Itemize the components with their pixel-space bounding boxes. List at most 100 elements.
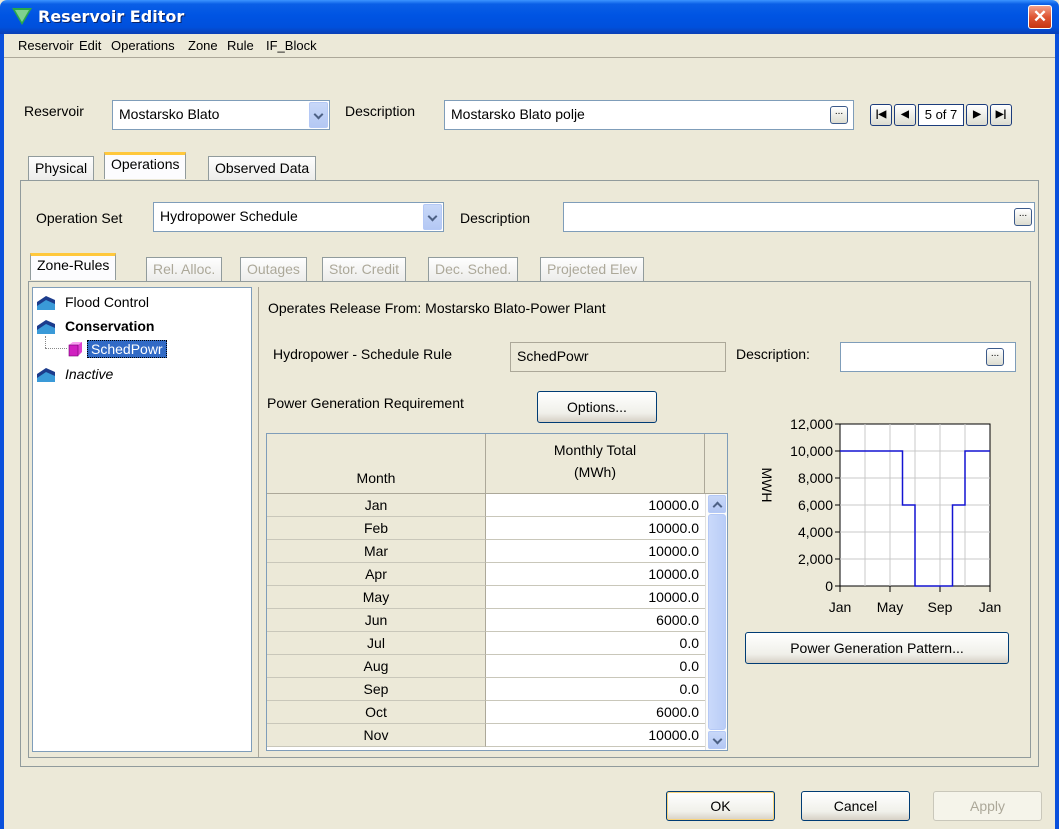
tree-item-inactive[interactable]: Inactive <box>65 366 113 382</box>
table-row[interactable]: Jun 6000.0 <box>267 609 705 632</box>
reservoir-description-value: Mostarsko Blato polje <box>451 106 585 122</box>
tab-physical[interactable]: Physical <box>28 156 95 180</box>
window-title: Reservoir Editor <box>38 7 185 26</box>
x-tick-label: May <box>877 599 903 615</box>
tree-connector <box>45 336 46 348</box>
table-row[interactable]: Mar 10000.0 <box>267 540 705 563</box>
close-button[interactable]: ✕ <box>1028 5 1052 29</box>
power-generation-chart: 0 2,000 4,000 6,000 8,000 10,000 12,000 Jan May S… <box>759 416 1002 615</box>
y-tick-label: 0 <box>825 578 833 594</box>
month-cell: Jan <box>267 494 486 517</box>
zone-icon <box>37 296 55 310</box>
reservoir-description-field[interactable]: Mostarsko Blato polje <box>444 100 854 130</box>
monthly-total-cell[interactable]: 10000.0 <box>486 724 705 747</box>
monthly-total-cell[interactable]: 10000.0 <box>486 540 705 563</box>
table-row[interactable]: Sep 0.0 <box>267 678 705 701</box>
operation-description-field[interactable] <box>563 202 1035 232</box>
month-cell: Jun <box>267 609 486 632</box>
menu-if-block[interactable]: IF_Block <box>266 38 317 53</box>
monthly-total-cell[interactable]: 10000.0 <box>486 586 705 609</box>
table-row[interactable]: Jul 0.0 <box>267 632 705 655</box>
reservoir-select[interactable]: Mostarsko Blato <box>112 100 330 130</box>
monthly-total-cell[interactable]: 6000.0 <box>486 701 705 724</box>
table-body: Jan 10000.0 Feb 10000.0 Mar 10000.0 Apr 10000.0… <box>267 494 705 750</box>
table-row[interactable]: Aug 0.0 <box>267 655 705 678</box>
monthly-total-cell[interactable]: 10000.0 <box>486 494 705 517</box>
table-row[interactable]: Jan 10000.0 <box>267 494 705 517</box>
ellipsis-button[interactable]: ... <box>830 106 848 124</box>
table-row[interactable]: Feb 10000.0 <box>267 517 705 540</box>
tree-item-conservation[interactable]: Conservation <box>65 318 154 334</box>
monthly-total-cell[interactable]: 6000.0 <box>486 609 705 632</box>
monthly-total-cell[interactable]: 0.0 <box>486 655 705 678</box>
ellipsis-button[interactable]: ... <box>986 348 1004 366</box>
menu-edit[interactable]: Edit <box>79 38 101 53</box>
tab-operations[interactable]: Operations <box>104 152 187 179</box>
reservoir-app-icon <box>12 8 32 25</box>
column-header-month[interactable]: Month <box>267 434 486 494</box>
table-row[interactable]: May 10000.0 <box>267 586 705 609</box>
subtab-rel-alloc: Rel. Alloc. <box>146 257 223 281</box>
menu-zone[interactable]: Zone <box>188 38 218 53</box>
menu-operations[interactable]: Operations <box>111 38 175 53</box>
y-tick-label: 4,000 <box>798 524 833 540</box>
menu-bar: Reservoir Edit Operations Zone Rule IF_B… <box>4 34 1055 58</box>
monthly-total-table[interactable]: Month Monthly Total (MWh) Jan 10000.0 Feb 1… <box>266 433 728 751</box>
monthly-total-cell[interactable]: 0.0 <box>486 632 705 655</box>
y-tick-label: 6,000 <box>798 497 833 513</box>
requirement-label: Power Generation Requirement <box>267 395 464 411</box>
tab-observed-data[interactable]: Observed Data <box>208 156 317 180</box>
power-generation-pattern-button[interactable]: Power Generation Pattern... <box>745 632 1009 664</box>
operates-release-text: Operates Release From: Mostarsko Blato-P… <box>268 300 606 316</box>
options-button[interactable]: Options... <box>537 391 657 423</box>
reservoir-label: Reservoir <box>24 103 84 119</box>
operation-set-select[interactable]: Hydropower Schedule <box>153 202 444 232</box>
subtab-outages: Outages <box>240 257 307 281</box>
first-record-button[interactable]: |◀ <box>870 104 892 126</box>
menu-rule[interactable]: Rule <box>227 38 254 53</box>
ellipsis-button[interactable]: ... <box>1014 208 1032 226</box>
month-cell: May <box>267 586 486 609</box>
scrollbar-thumb[interactable] <box>708 514 726 730</box>
column-header-monthly-total[interactable]: Monthly Total (MWh) <box>486 434 705 494</box>
column-header-monthly-total-unit: (MWh) <box>574 464 616 480</box>
operation-description-label: Description <box>460 210 531 226</box>
monthly-total-cell[interactable]: 0.0 <box>486 678 705 701</box>
table-row[interactable]: Apr 10000.0 <box>267 563 705 586</box>
subtab-dec-sched: Dec. Sched. <box>428 257 519 281</box>
table-row[interactable]: Nov 10000.0 <box>267 724 705 747</box>
record-position: 5 of 7 <box>918 104 964 126</box>
cancel-button[interactable]: Cancel <box>801 791 910 821</box>
zone-rule-tree[interactable]: Flood Control Conservation SchedPowr Ina… <box>32 287 252 752</box>
table-header-corner <box>705 434 727 494</box>
tree-item-schedpowr[interactable]: SchedPowr <box>87 340 167 358</box>
tree-connector <box>45 348 67 349</box>
previous-record-button[interactable]: ◀ <box>894 104 916 126</box>
chevron-down-icon[interactable] <box>423 204 442 230</box>
subtab-projected-elev: Projected Elev <box>540 257 645 281</box>
operation-set-value: Hydropower Schedule <box>160 208 298 224</box>
month-cell: Apr <box>267 563 486 586</box>
menu-reservoir[interactable]: Reservoir <box>18 38 74 53</box>
next-record-button[interactable]: ▶ <box>966 104 988 126</box>
table-row[interactable]: Oct 6000.0 <box>267 701 705 724</box>
monthly-total-cell[interactable]: 10000.0 <box>486 517 705 540</box>
y-tick-label: 10,000 <box>790 443 833 459</box>
chevron-down-icon[interactable] <box>309 102 328 128</box>
last-record-button[interactable]: ▶| <box>990 104 1012 126</box>
reservoir-select-value: Mostarsko Blato <box>119 106 220 122</box>
subtab-zone-rules[interactable]: Zone-Rules <box>30 253 117 280</box>
month-cell: Oct <box>267 701 486 724</box>
tree-item-flood-control[interactable]: Flood Control <box>65 294 149 310</box>
rule-description-label: Description: <box>736 346 810 362</box>
y-tick-label: 8,000 <box>798 470 833 486</box>
table-scrollbar[interactable] <box>705 494 727 750</box>
monthly-total-cell[interactable]: 10000.0 <box>486 563 705 586</box>
scroll-down-icon[interactable] <box>708 731 726 749</box>
scroll-up-icon[interactable] <box>708 495 726 513</box>
x-tick-label: Jan <box>979 599 1002 615</box>
month-cell: Feb <box>267 517 486 540</box>
rule-icon <box>68 342 82 357</box>
subtab-stor-credit: Stor. Credit <box>322 257 407 281</box>
ok-button[interactable]: OK <box>666 791 775 821</box>
